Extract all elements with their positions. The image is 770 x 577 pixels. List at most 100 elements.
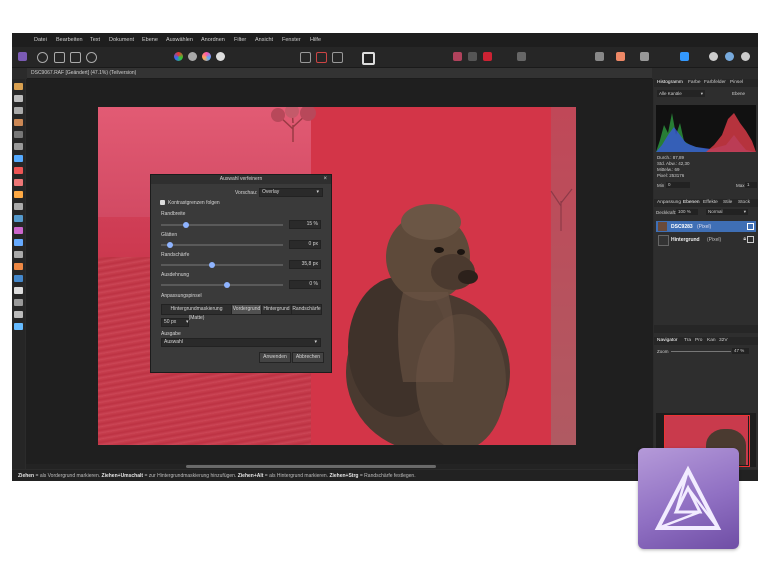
mode-background[interactable]: Hintergrund [261,304,292,315]
pen-tool-icon[interactable] [14,287,23,294]
tab-farbe[interactable]: Farbe [688,80,701,85]
layer-row-hintergrund[interactable]: Hintergrund (Pixel) 🔒︎ [656,234,756,246]
smudge-brush-icon[interactable] [14,251,23,258]
output-select[interactable]: Auswahl ▾ [161,338,321,347]
zoom-slider[interactable] [671,351,731,352]
chevron-down-icon[interactable]: ▾ [186,318,189,327]
layer-visibility-checkbox[interactable] [747,236,754,243]
crop-icon[interactable] [332,52,343,63]
dodge-brush-icon[interactable] [14,191,23,198]
fill-tool-icon[interactable] [14,275,23,282]
view-mode-3-icon[interactable] [741,52,750,61]
clone-brush-icon[interactable] [14,203,23,210]
hsl-icon[interactable] [202,52,211,61]
view-mode-1-icon[interactable] [709,52,718,61]
color-picker-icon[interactable] [14,155,23,162]
lock-icon[interactable]: 🔒︎ [743,236,746,242]
opacity-field[interactable]: 100 % [676,209,698,215]
liquify-persona-icon[interactable] [37,52,48,63]
scroll-thumb[interactable] [186,465,436,468]
feather-slider[interactable] [161,262,283,268]
menu-ansicht[interactable]: Ansicht [255,37,273,43]
red-eye-icon[interactable] [14,227,23,234]
ramp-slider[interactable] [161,282,283,288]
flood-select-icon[interactable] [14,131,23,138]
tab-navigator[interactable]: Navigator [657,338,678,343]
text-tool-icon[interactable] [14,311,23,318]
channel-select[interactable]: Alle Kanäle ▾ [657,90,705,97]
guides-icon[interactable] [517,52,526,61]
mode-feather[interactable]: Randschärfe [291,304,322,315]
color-wheel-icon[interactable] [174,52,183,61]
tab-anpassung[interactable]: Anpassung [657,200,681,205]
selection-brush-icon[interactable] [14,119,23,126]
tone-mapping-persona-icon[interactable] [70,52,81,63]
photo-persona-icon[interactable] [18,52,27,61]
layer-row-dsc9283[interactable]: DSC9283 (Pixel) [656,221,756,232]
tab-32v[interactable]: 32V [719,338,728,343]
menu-dokument[interactable]: Dokument [109,37,134,43]
tab-effekte[interactable]: Effekte [703,200,718,205]
menu-bearbeiten[interactable]: Bearbeiten [56,37,83,43]
preview-select[interactable]: Overlay ▾ [259,188,323,197]
shape-tool-icon[interactable] [14,299,23,306]
border-value[interactable]: 15 % [289,220,321,229]
apply-button[interactable]: Anwenden [259,352,291,363]
insert-icon[interactable] [616,52,625,61]
studio-icon[interactable] [680,52,689,61]
layer-visibility-checkbox[interactable] [747,223,754,230]
tab-farbfelder[interactable]: Farbfelder [704,80,726,85]
marquee-icon[interactable] [300,52,311,63]
tab-kanaele[interactable]: Kan [707,338,716,343]
canvas-area[interactable] [26,79,653,464]
blur-brush-icon[interactable] [14,239,23,246]
quick-mask-icon[interactable] [362,52,375,65]
ramp-value[interactable]: 0 % [289,280,321,289]
tab-histogramm[interactable]: Histogramm [657,80,683,85]
brush-size-field[interactable]: 50 px [161,318,189,327]
blend-mode-select[interactable]: Normal ▾ [706,209,748,215]
zoom-tool-icon[interactable] [14,323,23,330]
erase-brush-icon[interactable] [14,179,23,186]
white-balance-icon[interactable] [216,52,225,61]
border-slider[interactable] [161,222,283,228]
levels-icon[interactable] [188,52,197,61]
tab-stile[interactable]: Stile [723,200,732,205]
tab-pinsel[interactable]: Pinsel [730,80,743,85]
document-tab[interactable]: DSC9067.RAF [Geändert] (47.1%) (Teilvers… [27,68,652,79]
move-tool-icon[interactable] [14,95,23,102]
view-mode-2-icon[interactable] [725,52,734,61]
alignment-icon[interactable] [640,52,649,61]
layer-toggle[interactable]: Ebene [732,91,745,96]
crop-tool-icon[interactable] [14,107,23,114]
mask-icon[interactable] [316,52,327,63]
hand-tool-icon[interactable] [14,83,23,90]
menu-filter[interactable]: Filter [234,37,246,43]
horizontal-scrollbar[interactable] [26,464,653,469]
feather-value[interactable]: 35,8 px [289,260,321,269]
menu-text[interactable]: Text [90,37,100,43]
menu-auswaehlen[interactable]: Auswählen [166,37,193,43]
develop-persona-icon[interactable] [54,52,65,63]
marquee-tool-icon[interactable] [14,143,23,150]
healing-brush-icon[interactable] [14,215,23,222]
checkbox-contrast[interactable] [160,200,165,205]
smooth-value[interactable]: 0 px [289,240,321,249]
menu-hilfe[interactable]: Hilfe [310,37,321,43]
assistant-icon[interactable] [483,52,492,61]
paint-brush-icon[interactable] [14,167,23,174]
gradient-tool-icon[interactable] [14,263,23,270]
max-field[interactable]: 1 [745,182,757,188]
menu-datei[interactable]: Datei [34,37,47,43]
arrange-icon[interactable] [595,52,604,61]
menu-fenster[interactable]: Fenster [282,37,301,43]
tab-ebenen[interactable]: Ebenen [683,200,700,205]
menu-ebene[interactable]: Ebene [142,37,158,43]
tab-stock[interactable]: Stock [738,200,750,205]
mode-matte[interactable]: Hintergrundmaskierung (Matte) [161,304,232,321]
mode-foreground[interactable]: Vordergrund [231,304,262,315]
smooth-slider[interactable] [161,242,283,248]
snapping-icon[interactable] [453,52,462,61]
menu-anordnen[interactable]: Anordnen [201,37,225,43]
min-field[interactable]: 0 [666,182,690,188]
